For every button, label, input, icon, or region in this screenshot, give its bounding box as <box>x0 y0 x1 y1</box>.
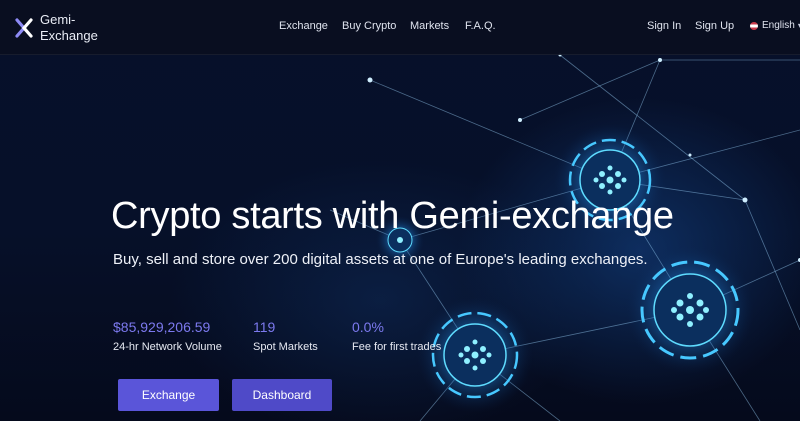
stat-label: 24-hr Network Volume <box>113 341 222 353</box>
stat-trade-fee: 0.0% Fee for first trades <box>352 318 441 353</box>
stat-spot-markets: 119 Spot Markets <box>253 318 318 353</box>
stat-value: 0.0% <box>352 319 384 335</box>
flag-icon <box>750 21 758 30</box>
brand-logo-icon <box>15 18 33 38</box>
stat-network-volume: $85,929,206.59 24-hr Network Volume <box>113 318 222 353</box>
hero-subtitle: Buy, sell and store over 200 digital ass… <box>113 251 648 268</box>
nav-item-exchange[interactable]: Exchange <box>279 20 328 32</box>
dashboard-button[interactable]: Dashboard <box>232 379 332 411</box>
hero-title: Crypto starts with Gemi-exchange <box>111 195 674 237</box>
top-navbar: Gemi-Exchange Exchange Buy Crypto Market… <box>0 0 800 55</box>
brand-name: Gemi-Exchange <box>40 12 98 43</box>
nav-item-markets[interactable]: Markets <box>410 20 449 32</box>
stat-value: $85,929,206.59 <box>113 319 211 335</box>
nav-item-buy-crypto[interactable]: Buy Crypto <box>342 20 396 32</box>
stat-value: 119 <box>253 319 276 335</box>
sign-in-link[interactable]: Sign In <box>647 20 681 32</box>
sign-up-link[interactable]: Sign Up <box>695 20 734 32</box>
brand-logo[interactable]: Gemi-Exchange <box>14 10 114 46</box>
stat-label: Spot Markets <box>253 341 318 353</box>
stat-label: Fee for first trades <box>352 341 442 353</box>
language-selector[interactable]: English ▾ <box>750 20 800 31</box>
nav-item-faq[interactable]: F.A.Q. <box>465 20 496 32</box>
language-label: English <box>762 20 795 31</box>
exchange-button[interactable]: Exchange <box>118 379 219 411</box>
